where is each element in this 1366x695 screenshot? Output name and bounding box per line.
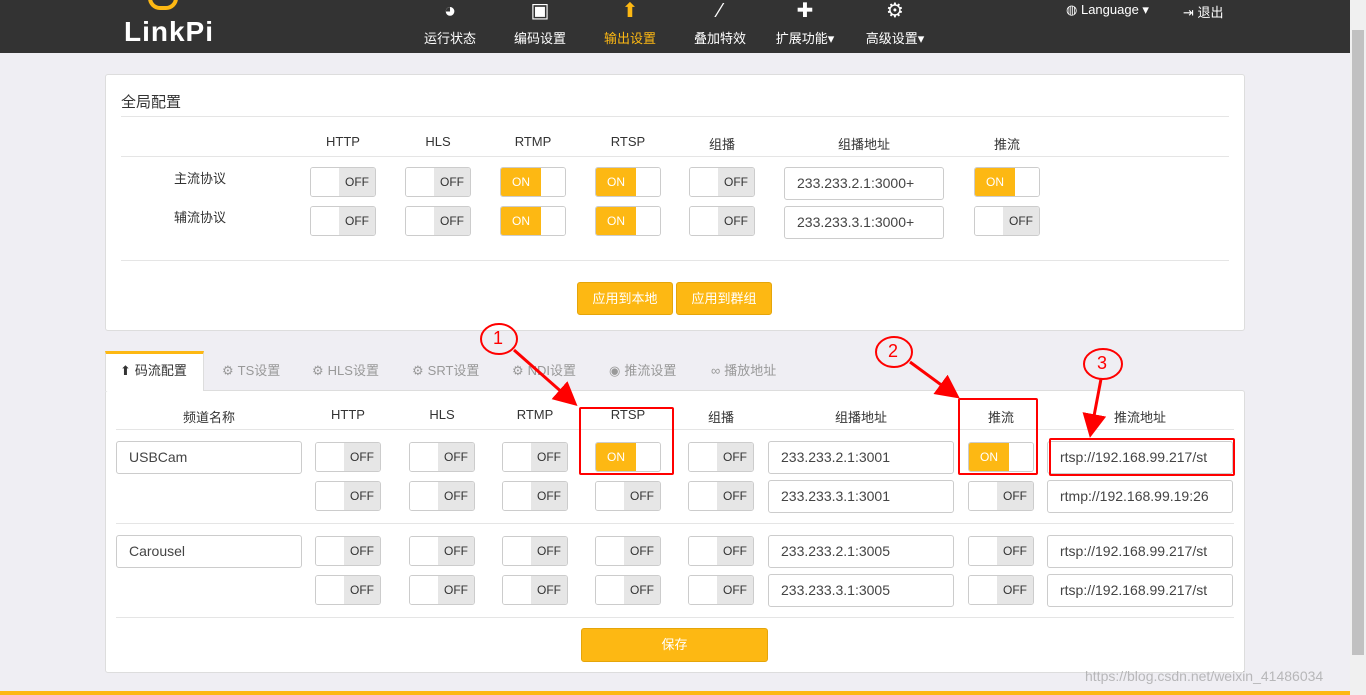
scrollbar-thumb[interactable] [1352, 30, 1364, 655]
watermark: https://blog.csdn.net/weixin_41486034 [1085, 668, 1324, 684]
annotation-arrows [480, 323, 1123, 438]
annotation-arrow-1 [513, 348, 578, 406]
scrollbar[interactable] [1350, 0, 1366, 695]
annotation-label-2: 2 [888, 341, 899, 361]
annotation-label-3: 3 [1097, 353, 1108, 373]
annotation-arrow-2 [909, 360, 960, 399]
annotation-label-1: 1 [493, 328, 504, 348]
footer-accent-line [0, 691, 1350, 695]
annotation-arrow-3 [1082, 378, 1107, 438]
